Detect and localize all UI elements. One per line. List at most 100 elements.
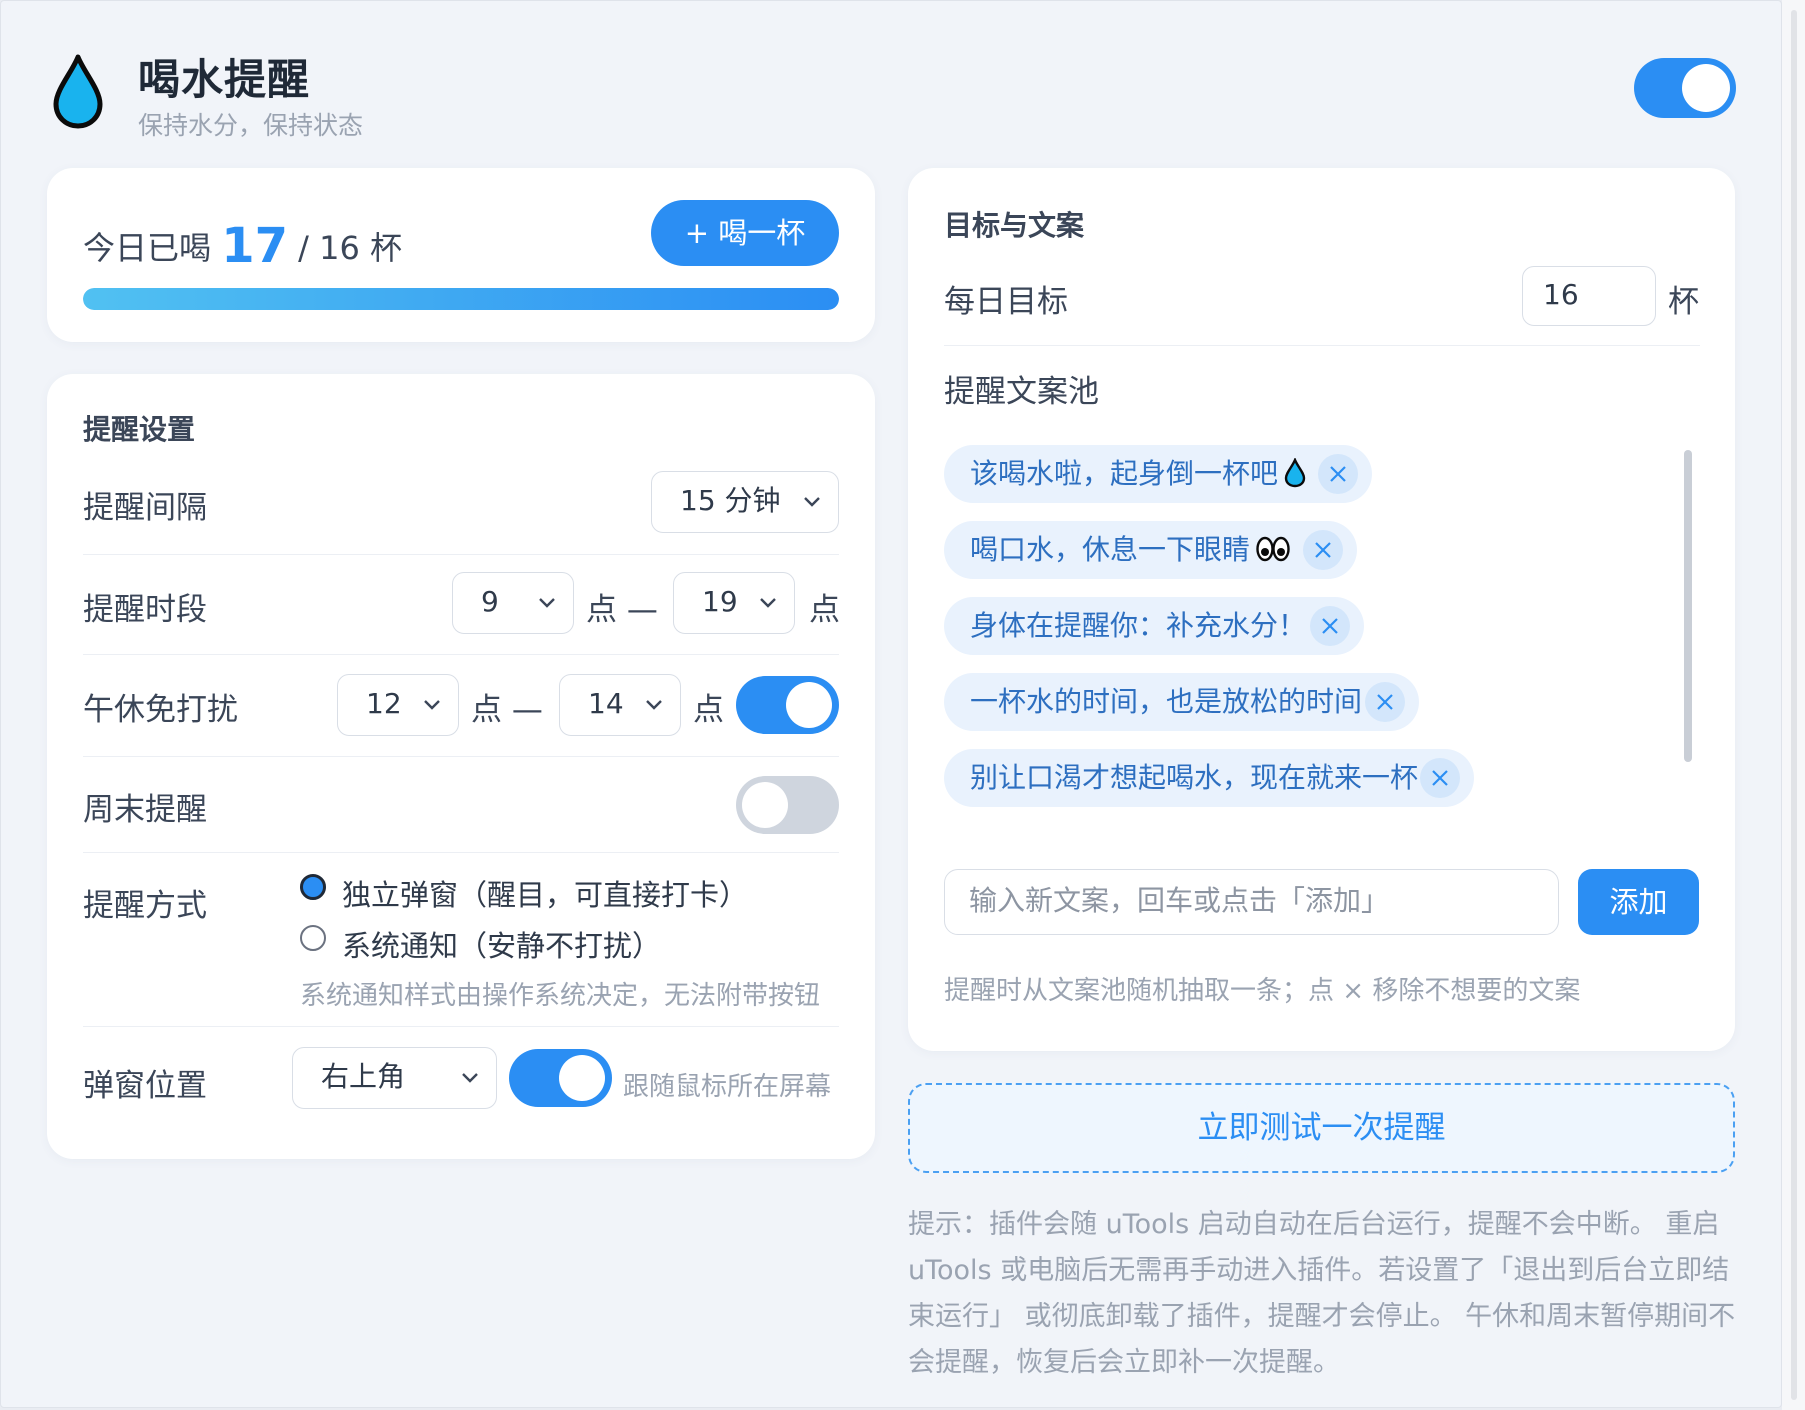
pool-item-text: 一杯水的时间，也是放松的时间 [970,685,1363,718]
radio-system-notification-label[interactable]: 系统通知（安静不打扰） [342,923,661,965]
radio-popup[interactable] [300,874,326,900]
divider [83,554,839,555]
app-header: 喝水提醒 保持水分，保持状态 [52,46,1737,140]
toggle-knob [742,782,788,828]
unit-text: 点 [471,692,502,728]
weekend-label: 周末提醒 [83,792,207,828]
period-start-unit: 点 — [586,584,658,629]
progress-prefix: 今日已喝 [83,229,212,267]
divider [83,756,839,757]
weekend-toggle[interactable] [736,776,839,834]
period-end-value: 19 [702,585,738,618]
radio-system-notification[interactable] [300,925,326,951]
toggle-knob [1682,64,1730,112]
popup-position-value: 右上角 [321,1060,406,1093]
pool-label: 提醒文案池 [944,374,1099,410]
chevron-down-icon [462,1073,478,1083]
lunch-start-select[interactable]: 12 [337,674,459,736]
pool-item: 别让口渴才想起喝水，现在就来一杯 [944,749,1474,807]
lunch-end-value: 14 [588,687,624,720]
divider [83,654,839,655]
remove-item-button[interactable] [1318,454,1358,494]
section-title: 目标与文案 [944,209,1085,242]
pool-item: 喝口水，休息一下眼睛 [944,521,1357,579]
pool-item-text: 身体在提醒你：补充水分！ [970,609,1307,642]
remove-item-button[interactable] [1365,682,1405,722]
interval-label: 提醒间隔 [83,490,207,526]
follow-mouse-label: 跟随鼠标所在屏幕 [623,1072,832,1102]
period-end-unit: 点 [809,592,840,628]
period-start-value: 9 [481,585,499,618]
close-icon [1322,618,1338,634]
lunch-break-label: 午休免打扰 [83,692,238,728]
progress-fill [83,288,839,310]
divider [83,852,839,853]
daily-goal-input[interactable]: 16 [1522,266,1656,326]
test-reminder-button[interactable]: 立即测试一次提醒 [908,1083,1735,1173]
lunch-end-unit: 点 [693,692,724,728]
remove-item-button[interactable] [1303,530,1343,570]
window-scrollbar-thumb[interactable] [1791,10,1797,1400]
eyes-icon [1256,536,1290,562]
pool-hint: 提醒时从文案池随机抽取一条；点 × 移除不想要的文案 [944,976,1581,1006]
pool-item-text: 别让口渴才想起喝水，现在就来一杯 [970,761,1419,794]
chevron-down-icon [424,700,440,710]
method-label: 提醒方式 [83,888,207,924]
toggle-knob [559,1055,605,1101]
progress-bar [83,288,839,310]
master-toggle[interactable] [1634,58,1736,118]
lunch-start-unit: 点 — [471,684,543,729]
radio-popup-label[interactable]: 独立弹窗（醒目，可直接打卡） [342,872,748,914]
popup-position-label: 弹窗位置 [83,1068,207,1104]
toggle-knob [786,682,832,728]
dash-text: — [511,692,543,728]
close-icon [1377,694,1393,710]
pool-item: 该喝水啦，起身倒一杯吧 [944,445,1372,503]
chevron-down-icon [804,497,820,507]
popup-position-select[interactable]: 右上角 [292,1047,497,1109]
unit-text: 点 [586,592,617,628]
lunch-end-select[interactable]: 14 [559,674,681,736]
daily-goal-unit: 杯 [1668,284,1699,320]
background-tip: 提示：插件会随 uTools 启动自动在后台运行，提醒不会中断。 重启 uToo… [908,1209,1736,1378]
pool-item-text: 喝口水，休息一下眼睛 [970,533,1251,566]
progress-card: 今日已喝 17 / 16 杯 + 喝一杯 [47,168,875,342]
app-title: 喝水提醒 [138,55,311,104]
close-icon [1330,466,1346,482]
dash-text: — [626,592,658,628]
drink-button[interactable]: + 喝一杯 [651,200,839,266]
chevron-down-icon [760,598,776,608]
add-text-button[interactable]: 添加 [1578,869,1699,935]
remove-item-button[interactable] [1420,758,1460,798]
interval-value: 15 分钟 [680,484,781,517]
period-start-select[interactable]: 9 [452,572,574,634]
close-icon [1432,770,1448,786]
app-subtitle: 保持水分，保持状态 [138,111,364,140]
chevron-down-icon [646,700,662,710]
close-icon [1315,542,1331,558]
progress-label: 今日已喝 17 / 16 杯 [83,218,402,274]
method-hint: 系统通知样式由操作系统决定，无法附带按钮 [300,981,821,1011]
reminder-settings-card: 提醒设置 提醒间隔 15 分钟 提醒时段 9 点 — 19 点 午休免打扰 12… [47,374,875,1159]
divider [83,1026,839,1027]
water-drop-icon [53,54,103,129]
pool-item: 身体在提醒你：补充水分！ [944,597,1364,655]
new-text-input[interactable]: 输入新文案，回车或点击「添加」 [944,869,1559,935]
section-title: 提醒设置 [83,413,196,446]
pool-scrollbar-thumb[interactable] [1684,450,1692,762]
follow-mouse-toggle[interactable] [509,1049,612,1107]
remove-item-button[interactable] [1310,606,1350,646]
period-label: 提醒时段 [83,592,207,628]
period-end-select[interactable]: 19 [673,572,795,634]
water-drop-icon [1284,458,1306,488]
pool-item-text: 该喝水啦，起身倒一杯吧 [970,457,1279,490]
daily-goal-label: 每日目标 [944,284,1068,320]
pool-item: 一杯水的时间，也是放松的时间 [944,673,1419,731]
lunch-start-value: 12 [366,687,402,720]
lunch-break-toggle[interactable] [736,676,839,734]
chevron-down-icon [539,598,555,608]
progress-count: 17 [221,218,288,274]
progress-target: / 16 杯 [298,229,403,267]
divider [944,345,1700,346]
interval-select[interactable]: 15 分钟 [651,471,839,533]
